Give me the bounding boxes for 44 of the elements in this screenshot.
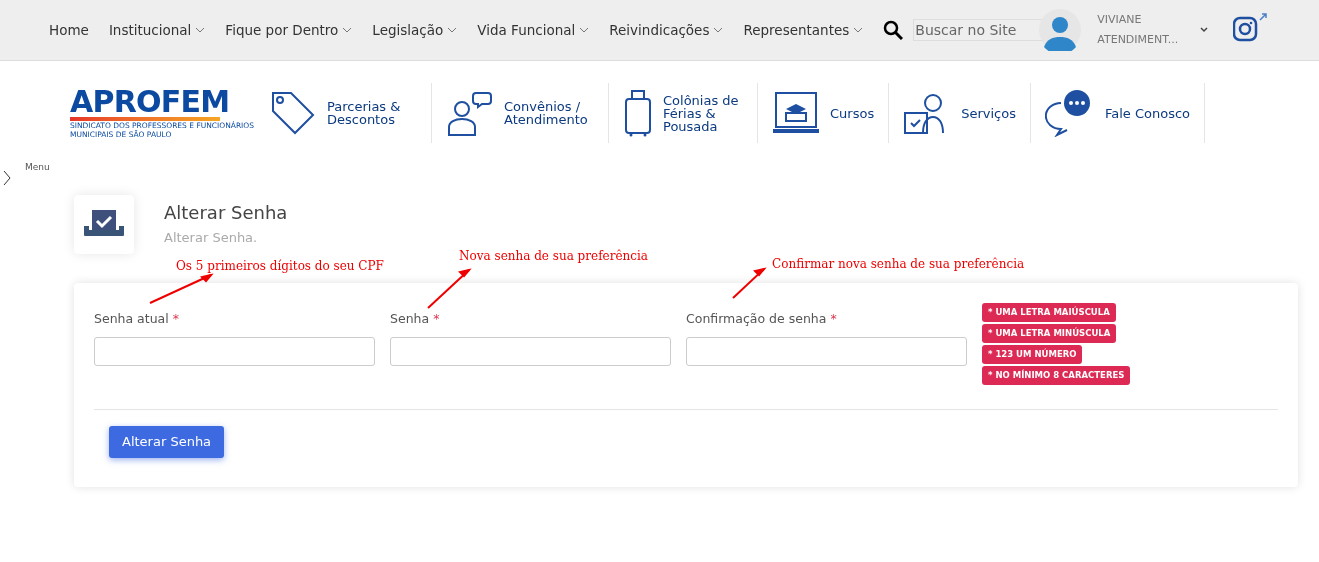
nav-link[interactable]: Reivindicações	[609, 19, 724, 41]
password-rule-tag: * NO MÍNIMO 8 CARACTERES	[982, 366, 1131, 385]
annotation-text: Confirmar nova senha de sua preferência	[772, 256, 1025, 273]
annotation-text: Os 5 primeiros dígitos do seu CPF	[176, 258, 384, 275]
password-field[interactable]	[94, 336, 375, 366]
price-tag-icon	[269, 89, 317, 137]
password-rule-tag: * UMA LETRA MAIÚSCULA	[982, 303, 1116, 322]
nav-link[interactable]: Home	[49, 19, 89, 41]
suitcase-icon	[623, 89, 653, 137]
password-rule-tag: * 123 UM NÚMERO	[982, 345, 1083, 364]
field-label: Senha	[390, 310, 430, 328]
required-mark: *	[830, 310, 837, 328]
chevron-right-icon[interactable]	[3, 170, 11, 186]
annotation-text: Nova senha de sua preferência	[459, 248, 648, 265]
page-title: Alterar Senha	[164, 201, 288, 225]
page-subtitle: Alterar Senha.	[164, 229, 259, 247]
instagram-icon[interactable]	[1233, 12, 1270, 42]
password-field[interactable]	[686, 336, 967, 366]
service-link[interactable]: Fale Conosco	[1044, 83, 1206, 143]
required-mark: *	[433, 310, 440, 328]
field-label: Confirmação de senha	[686, 310, 827, 328]
required-mark: *	[172, 310, 179, 328]
service-link[interactable]: Cursos	[772, 83, 890, 143]
chevron-down-icon[interactable]	[1200, 27, 1209, 33]
service-link[interactable]: Colônias de Férias & Pousada	[623, 83, 758, 143]
nav-link[interactable]: Vida Funcional	[477, 19, 590, 41]
service-link[interactable]: Serviços	[903, 83, 1031, 143]
nav-link[interactable]: Representantes	[743, 19, 864, 41]
search-field[interactable]: Buscar no Site	[913, 19, 1044, 41]
user-avatar-icon[interactable]	[1039, 9, 1082, 51]
password-field[interactable]	[390, 336, 671, 366]
menu-label: Menu	[25, 161, 50, 174]
laptop-course-icon	[772, 91, 820, 135]
user-role: ATENDIMENT...	[1097, 32, 1179, 48]
service-link[interactable]: Parcerias & Descontos	[269, 83, 432, 143]
field-label: Senha atual	[94, 310, 169, 328]
search-icon[interactable]	[883, 20, 904, 40]
user-name: VIVIANE	[1097, 12, 1143, 28]
nav-link[interactable]: Institucional	[108, 19, 206, 41]
nav-link[interactable]: Legislação	[372, 19, 458, 41]
password-rule-tag: * UMA LETRA MINÚSCULA	[982, 324, 1117, 343]
submit-button[interactable]: Alterar Senha	[109, 426, 225, 458]
nav-link[interactable]: Fique por Dentro	[225, 19, 353, 41]
service-link[interactable]: Convênios / Atendimento	[446, 83, 609, 143]
